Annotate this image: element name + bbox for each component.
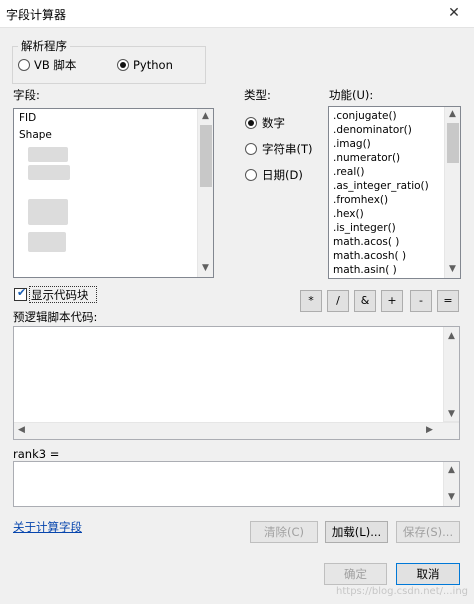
blurred-field-item (28, 232, 66, 252)
blurred-field-item (28, 199, 68, 225)
pre-logic-label: 预逻辑脚本代码: (13, 310, 98, 324)
functions-label: 功能(U): (329, 88, 374, 102)
operator-equals-button[interactable]: = (437, 290, 459, 312)
expression-label: rank3 = (13, 447, 60, 461)
scroll-down-icon[interactable]: ▼ (444, 492, 459, 502)
cancel-button[interactable]: 取消 (396, 563, 460, 585)
scroll-down-icon[interactable]: ▼ (445, 264, 460, 274)
function-item[interactable]: .denominator() (333, 124, 412, 136)
blurred-field-item (28, 165, 70, 180)
operator-divide-button[interactable]: / (327, 290, 349, 312)
type-date-label[interactable]: 日期(D) (262, 167, 303, 183)
type-string-label[interactable]: 字符串(T) (262, 141, 313, 157)
function-item[interactable]: .as_integer_ratio() (333, 180, 429, 192)
function-item[interactable]: math.asin( ) (333, 264, 397, 276)
function-item[interactable]: math.acos( ) (333, 236, 399, 248)
type-date-radio[interactable] (245, 169, 257, 181)
fields-listbox[interactable]: FID Shape ▲ ▼ (13, 108, 214, 278)
parser-python-label[interactable]: Python (133, 58, 173, 72)
function-item[interactable]: .is_integer() (333, 222, 396, 234)
operator-minus-button[interactable]: - (410, 290, 432, 312)
checkmark-icon: ✔ (17, 286, 27, 299)
pre-logic-vscrollbar[interactable]: ▲ ▼ (443, 327, 459, 422)
load-button[interactable]: 加载(L)... (325, 521, 388, 543)
function-item[interactable]: .fromhex() (333, 194, 388, 206)
title-bar: 字段计算器 ✕ (0, 0, 474, 28)
type-number-radio[interactable] (245, 117, 257, 129)
scroll-down-icon[interactable]: ▼ (198, 263, 213, 273)
show-codeblock-label[interactable]: 显示代码块 (31, 287, 89, 303)
expression-scrollbar[interactable]: ▲ ▼ (443, 462, 459, 506)
ok-button[interactable]: 确定 (324, 563, 387, 585)
pre-logic-textarea[interactable]: ▲ ▼ ◀ ▶ (13, 326, 460, 440)
scroll-up-icon[interactable]: ▲ (444, 331, 459, 341)
function-item[interactable]: .numerator() (333, 152, 400, 164)
scroll-right-icon[interactable]: ▶ (426, 425, 433, 435)
expression-textarea[interactable]: ▲ ▼ (13, 461, 460, 507)
fields-scroll-thumb[interactable] (200, 125, 212, 187)
scroll-up-icon[interactable]: ▲ (445, 109, 460, 119)
type-string-radio[interactable] (245, 143, 257, 155)
clear-button[interactable]: 清除(C) (250, 521, 318, 543)
save-button[interactable]: 保存(S)... (396, 521, 460, 543)
scroll-up-icon[interactable]: ▲ (198, 111, 213, 121)
parser-group-label: 解析程序 (18, 38, 70, 54)
function-item[interactable]: .hex() (333, 208, 364, 220)
fields-label: 字段: (13, 88, 40, 102)
field-item-fid[interactable]: FID (19, 112, 36, 124)
scroll-left-icon[interactable]: ◀ (18, 425, 25, 435)
function-item[interactable]: .imag() (333, 138, 371, 150)
scroll-down-icon[interactable]: ▼ (444, 409, 459, 419)
function-item[interactable]: math.acosh( ) (333, 250, 406, 262)
fields-scrollbar[interactable]: ▲ ▼ (197, 109, 213, 277)
about-calculate-field-link[interactable]: 关于计算字段 (13, 519, 82, 535)
show-codeblock-checkbox[interactable]: ✔ (14, 286, 27, 301)
type-label: 类型: (244, 88, 271, 102)
parser-vb-label[interactable]: VB 脚本 (34, 57, 76, 73)
scroll-up-icon[interactable]: ▲ (444, 465, 459, 475)
function-item[interactable]: .conjugate() (333, 110, 397, 122)
pre-logic-hscrollbar[interactable]: ◀ ▶ (14, 422, 459, 439)
close-icon[interactable]: ✕ (440, 2, 468, 24)
function-item[interactable]: .real() (333, 166, 364, 178)
functions-scrollbar[interactable]: ▲ ▼ (444, 107, 460, 278)
window-title: 字段计算器 (6, 8, 67, 22)
functions-scroll-thumb[interactable] (447, 123, 459, 163)
operator-concat-button[interactable]: & (354, 290, 376, 312)
parser-vb-radio[interactable] (18, 59, 30, 71)
operator-multiply-button[interactable]: * (300, 290, 322, 312)
parser-python-radio[interactable] (117, 59, 129, 71)
functions-listbox[interactable]: .conjugate() .denominator() .imag() .num… (328, 106, 461, 279)
type-number-label[interactable]: 数字 (262, 115, 285, 131)
operator-plus-button[interactable]: + (381, 290, 403, 312)
field-item-shape[interactable]: Shape (19, 129, 52, 141)
blurred-field-item (28, 147, 68, 162)
watermark: https://blog.csdn.net/...ing (336, 586, 468, 597)
